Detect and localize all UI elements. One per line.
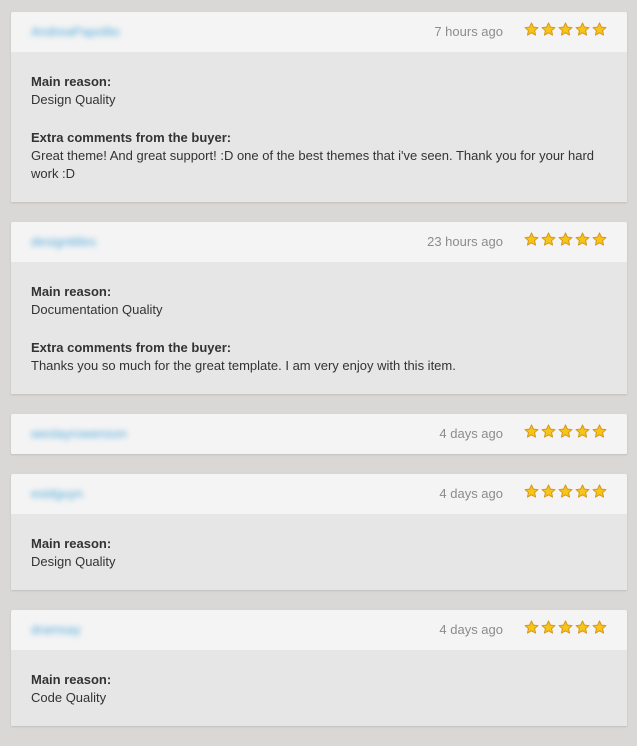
comments-text: Great theme! And great support! :D one o… xyxy=(31,148,595,181)
star-icon xyxy=(541,22,556,36)
main-reason-label: Main reason: xyxy=(31,672,112,687)
reviewer-link[interactable]: AndreaPapolito xyxy=(31,24,120,39)
reviewer-link[interactable]: dramsay xyxy=(31,622,81,637)
review-card: esidguyn 4 days ago Main reason: Design … xyxy=(11,474,627,590)
star-icon xyxy=(524,484,539,498)
star-rating xyxy=(524,22,607,37)
review-header: designtitles 23 hours ago xyxy=(11,222,627,262)
review-timestamp: 7 hours ago xyxy=(434,24,503,39)
main-reason-block: Main reason: Design Quality xyxy=(31,535,607,571)
review-card: designtitles 23 hours ago Main reason: D… xyxy=(11,222,627,394)
review-header: weslayrowenson 4 days ago xyxy=(11,414,627,454)
main-reason-value: Documentation Quality xyxy=(31,302,163,317)
star-rating xyxy=(524,232,607,247)
star-icon xyxy=(558,22,573,36)
main-reason-block: Main reason: Documentation Quality xyxy=(31,283,607,319)
star-icon xyxy=(575,424,590,438)
reviewer-link[interactable]: weslayrowenson xyxy=(31,426,127,441)
star-icon xyxy=(575,232,590,246)
star-icon xyxy=(558,620,573,634)
reviewer-link[interactable]: esidguyn xyxy=(31,486,83,501)
review-body: Main reason: Design Quality xyxy=(11,514,627,590)
review-timestamp: 4 days ago xyxy=(439,622,503,637)
star-icon xyxy=(541,484,556,498)
star-rating xyxy=(524,424,607,439)
main-reason-label: Main reason: xyxy=(31,536,112,551)
review-timestamp: 4 days ago xyxy=(439,426,503,441)
review-header: dramsay 4 days ago xyxy=(11,610,627,650)
star-icon xyxy=(592,22,607,36)
star-icon xyxy=(541,232,556,246)
reviewer-link[interactable]: designtitles xyxy=(31,234,96,249)
star-icon xyxy=(592,484,607,498)
comments-label: Extra comments from the buyer: xyxy=(31,130,232,145)
review-timestamp: 4 days ago xyxy=(439,486,503,501)
star-icon xyxy=(541,424,556,438)
review-body: Main reason: Design Quality Extra commen… xyxy=(11,52,627,202)
star-icon xyxy=(541,620,556,634)
review-timestamp: 23 hours ago xyxy=(427,234,503,249)
main-reason-value: Design Quality xyxy=(31,554,116,569)
review-card: AndreaPapolito 7 hours ago Main reason: … xyxy=(11,12,627,202)
comments-block: Extra comments from the buyer: Great the… xyxy=(31,129,607,183)
main-reason-value: Design Quality xyxy=(31,92,116,107)
star-icon xyxy=(592,620,607,634)
comments-block: Extra comments from the buyer: Thanks yo… xyxy=(31,339,607,375)
star-rating xyxy=(524,484,607,499)
review-body: Main reason: Code Quality xyxy=(11,650,627,726)
review-body: Main reason: Documentation Quality Extra… xyxy=(11,262,627,394)
star-icon xyxy=(575,620,590,634)
reviews-list: AndreaPapolito 7 hours ago Main reason: … xyxy=(11,12,627,746)
main-reason-label: Main reason: xyxy=(31,284,112,299)
main-reason-value: Code Quality xyxy=(31,690,107,705)
star-icon xyxy=(524,620,539,634)
review-card: dramsay 4 days ago Main reason: Code Qua… xyxy=(11,610,627,726)
main-reason-label: Main reason: xyxy=(31,74,112,89)
main-reason-block: Main reason: Design Quality xyxy=(31,73,607,109)
star-icon xyxy=(575,22,590,36)
main-reason-block: Main reason: Code Quality xyxy=(31,671,607,707)
star-icon xyxy=(575,484,590,498)
star-rating xyxy=(524,620,607,635)
star-icon xyxy=(558,232,573,246)
star-icon xyxy=(524,424,539,438)
review-card: weslayrowenson 4 days ago xyxy=(11,414,627,454)
star-icon xyxy=(524,22,539,36)
comments-text: Thanks you so much for the great templat… xyxy=(31,358,456,373)
star-icon xyxy=(524,232,539,246)
review-header: esidguyn 4 days ago xyxy=(11,474,627,514)
review-header: AndreaPapolito 7 hours ago xyxy=(11,12,627,52)
comments-label: Extra comments from the buyer: xyxy=(31,340,232,355)
star-icon xyxy=(558,484,573,498)
star-icon xyxy=(592,424,607,438)
star-icon xyxy=(592,232,607,246)
star-icon xyxy=(558,424,573,438)
